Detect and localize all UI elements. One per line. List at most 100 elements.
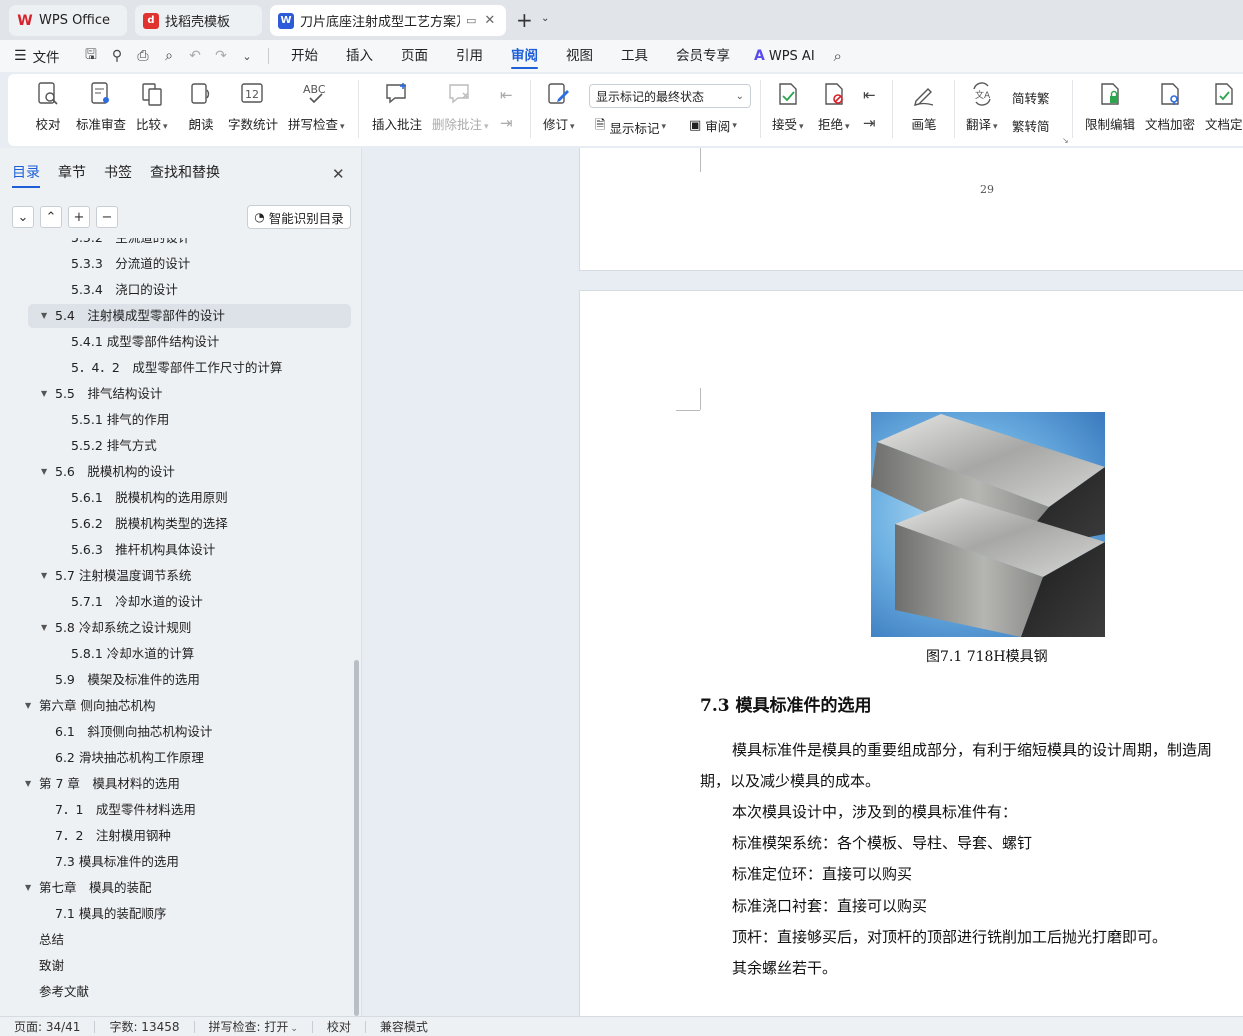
to-traditional-button[interactable]: 简转繁: [1012, 88, 1050, 107]
toc-item[interactable]: 5．4．2 成型零部件工作尺寸的计算: [0, 356, 350, 380]
menu-insert[interactable]: 插入: [332, 40, 387, 72]
toc-item[interactable]: 5.3.4 浇口的设计: [0, 278, 350, 302]
toc-item[interactable]: 5.4.1 成型零部件结构设计: [0, 330, 350, 354]
proofread-button[interactable]: 校对: [34, 80, 62, 133]
link-icon[interactable]: ⚲: [104, 40, 130, 72]
restrict-edit-button[interactable]: 限制编辑: [1085, 80, 1135, 133]
toc-item[interactable]: ▼ 5.5 排气结构设计: [0, 382, 350, 406]
expand-triangle-icon[interactable]: ▼: [41, 382, 53, 406]
toc-item[interactable]: 5.8.1 冷却水道的计算: [0, 642, 350, 666]
reject-button[interactable]: 拒绝 ▾: [818, 80, 850, 133]
mold-steel-image[interactable]: [871, 412, 1105, 637]
smart-toc-button[interactable]: ◔ 智能识别目录: [247, 205, 351, 229]
more-chevron-icon[interactable]: ⌄: [234, 40, 260, 72]
to-simplified-button[interactable]: 繁转简: [1012, 116, 1050, 135]
tab-wps-office[interactable]: W WPS Office: [9, 5, 127, 36]
toc-item[interactable]: 6.1 斜顶侧向抽芯机构设计: [0, 720, 350, 744]
toc-item[interactable]: 5.9 模架及标准件的选用: [0, 668, 350, 692]
tab-toc[interactable]: 目录: [12, 162, 40, 188]
tab-bookmarks[interactable]: 书签: [104, 162, 132, 188]
redo-icon[interactable]: ↷: [208, 40, 234, 72]
expand-down-button[interactable]: ⌄: [12, 206, 34, 228]
page-indicator[interactable]: 页面: 34/41: [0, 1020, 96, 1033]
accept-button[interactable]: 接受 ▾: [772, 80, 804, 133]
expand-triangle-icon[interactable]: ▼: [41, 460, 53, 484]
toc-item[interactable]: ▼ 5.8 冷却系统之设计规则: [0, 616, 350, 640]
expand-triangle-icon[interactable]: ▼: [41, 564, 53, 588]
translate-button[interactable]: 文A 翻译 ▾: [966, 80, 998, 133]
toc-item[interactable]: 5.5.2 排气方式: [0, 434, 350, 458]
compare-button[interactable]: 比较 ▾: [136, 80, 168, 133]
encrypt-button[interactable]: 文档加密: [1145, 80, 1195, 133]
toc-item[interactable]: 总结: [0, 928, 350, 952]
toc-item[interactable]: 致谢: [0, 954, 350, 978]
menu-tools[interactable]: 工具: [607, 40, 662, 72]
previous-comment-icon[interactable]: ⇤: [500, 86, 513, 104]
expand-triangle-icon[interactable]: ▼: [25, 876, 37, 900]
expand-triangle-icon[interactable]: ▼: [41, 304, 53, 328]
toc-item[interactable]: 7.1 模具的装配顺序: [0, 902, 350, 926]
toc-item[interactable]: 参考文献: [0, 980, 350, 1004]
toc-item[interactable]: 7．2 注射模用钢种: [0, 824, 350, 848]
toc-item[interactable]: 5.6.2 脱模机构类型的选择: [0, 512, 350, 536]
expand-triangle-icon[interactable]: ▼: [25, 694, 37, 718]
collapse-up-button[interactable]: ⌃: [40, 206, 62, 228]
word-count-indicator[interactable]: 字数: 13458: [95, 1020, 195, 1033]
next-change-icon[interactable]: ⇥: [863, 114, 876, 132]
toc-item[interactable]: 7．1 成型零件材料选用: [0, 798, 350, 822]
tab-chapters[interactable]: 章节: [58, 162, 86, 188]
monitor-icon[interactable]: ▭: [466, 14, 476, 27]
markup-state-select[interactable]: 显示标记的最终状态 ⌄: [589, 84, 751, 108]
toc-item[interactable]: ▼ 第七章 模具的装配: [0, 876, 350, 900]
undo-icon[interactable]: ↶: [182, 40, 208, 72]
toc-item[interactable]: ▼ 5.4 注射模成型零部件的设计: [0, 304, 350, 328]
review-pane-button[interactable]: ▣ 审阅 ▾: [689, 116, 737, 135]
toc-item[interactable]: 5.5.1 排气的作用: [0, 408, 350, 432]
close-tab-icon[interactable]: ✕: [484, 13, 495, 28]
word-count-button[interactable]: 12 字数统计: [228, 80, 278, 133]
spell-check-button[interactable]: ABC 拼写检查 ▾: [288, 80, 345, 133]
close-pane-icon[interactable]: ✕: [332, 165, 345, 183]
toc-item[interactable]: 5.3.2 主流道的设计: [0, 238, 350, 250]
print-icon[interactable]: ⎙: [130, 40, 156, 72]
expand-triangle-icon[interactable]: ▼: [41, 616, 53, 640]
toc-item[interactable]: 6.2 滑块抽芯机构工作原理: [0, 746, 350, 770]
proofread-status[interactable]: 校对: [313, 1020, 366, 1033]
expand-triangle-icon[interactable]: ▼: [25, 772, 37, 796]
insert-comment-button[interactable]: 插入批注: [372, 80, 422, 133]
menu-home[interactable]: 开始: [277, 40, 332, 72]
collapse-all-button[interactable]: −: [96, 206, 118, 228]
tab-document[interactable]: W 刀片底座注射成型工艺方案及 ▭ ✕: [270, 5, 506, 36]
file-menu[interactable]: ☰ 文件: [0, 46, 78, 66]
print-preview-icon[interactable]: ⌕: [156, 40, 182, 72]
delete-comment-button[interactable]: 删除批注 ▾: [432, 80, 489, 133]
menu-view[interactable]: 视图: [552, 40, 607, 72]
search-icon[interactable]: ⌕: [825, 40, 851, 72]
toc-scrollbar[interactable]: [354, 660, 359, 1016]
std-review-button[interactable]: 标准审查: [76, 80, 126, 133]
toc-item[interactable]: 5.6.3 推杆机构具体设计: [0, 538, 350, 562]
menu-review[interactable]: 审阅: [497, 40, 552, 72]
toc-item[interactable]: ▼ 第 7 章 模具材料的选用: [0, 772, 350, 796]
group-expand-icon[interactable]: ↘: [1062, 136, 1069, 145]
spell-check-status[interactable]: 拼写检查: 打开 ⌄: [195, 1020, 313, 1034]
menu-member[interactable]: 会员专享: [662, 40, 744, 72]
tab-list-chevron-icon[interactable]: ⌄: [541, 13, 549, 24]
track-changes-button[interactable]: 修订 ▾: [543, 80, 575, 133]
toc-item[interactable]: 5.7.1 冷却水道的设计: [0, 590, 350, 614]
show-markup-button[interactable]: 🗎 显示标记 ▾: [595, 116, 666, 138]
toc-item[interactable]: ▼ 5.6 脱模机构的设计: [0, 460, 350, 484]
new-tab-icon[interactable]: +: [516, 8, 533, 32]
menu-page[interactable]: 页面: [387, 40, 442, 72]
read-aloud-button[interactable]: 朗读: [187, 80, 215, 133]
pen-button[interactable]: 画笔: [910, 80, 938, 133]
save-icon[interactable]: 🖫: [78, 40, 104, 72]
expand-all-button[interactable]: +: [68, 206, 90, 228]
menu-references[interactable]: 引用: [442, 40, 497, 72]
toc-item[interactable]: ▼ 5.7 注射模温度调节系统: [0, 564, 350, 588]
tab-find-replace[interactable]: 查找和替换: [150, 162, 220, 188]
toc-item[interactable]: ▼ 第六章 侧向抽芯机构: [0, 694, 350, 718]
toc-item[interactable]: 5.6.1 脱模机构的选用原则: [0, 486, 350, 510]
wps-ai-button[interactable]: A WPS AI: [744, 48, 825, 64]
finalize-button[interactable]: 文档定: [1205, 80, 1243, 133]
